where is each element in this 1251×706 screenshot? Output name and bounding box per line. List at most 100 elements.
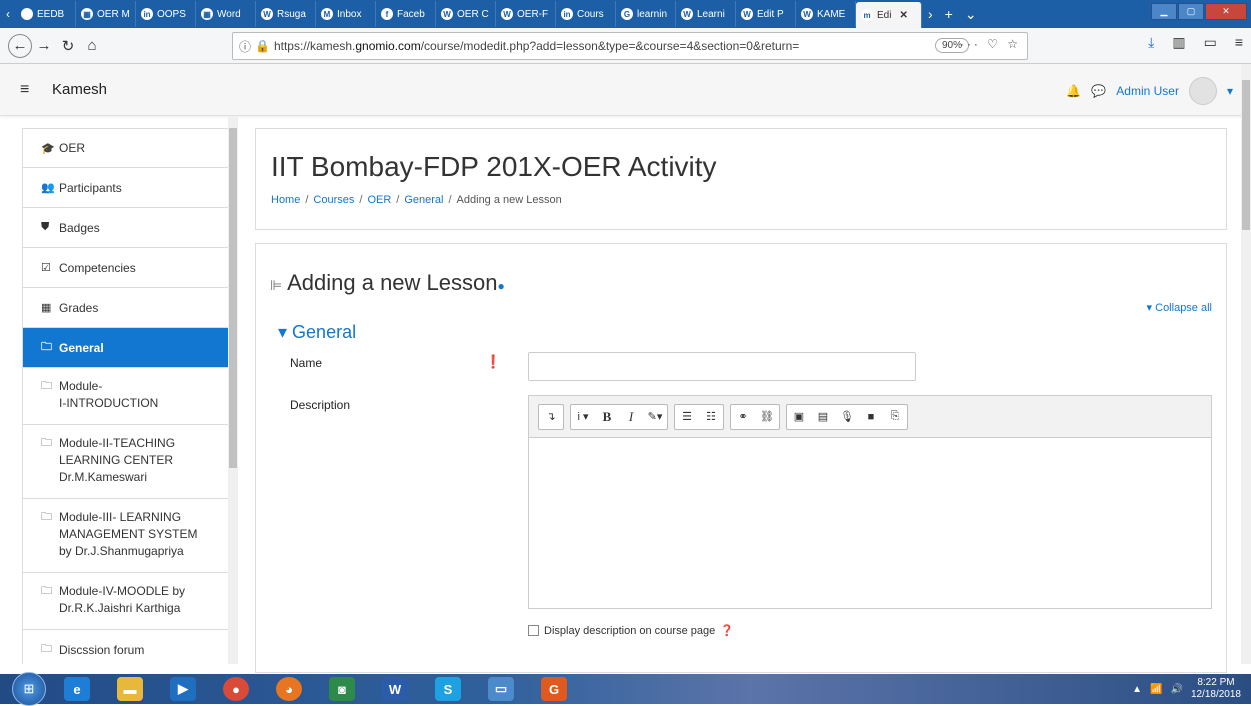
ie-icon[interactable]: e (55, 675, 99, 703)
breadcrumb-item[interactable]: Courses (313, 194, 354, 206)
browser-tab[interactable]: M Inbox (316, 1, 376, 27)
page-actions-icon[interactable]: ··· ♡ ☆ (960, 37, 1021, 51)
clock[interactable]: 8:22 PM 12/18/2018 (1191, 677, 1241, 701)
skype-icon[interactable]: S (426, 675, 470, 703)
section-general-label[interactable]: General (292, 322, 356, 342)
manage-files-icon[interactable]: ⎘ (883, 405, 907, 429)
browser-tab[interactable]: W KAME (796, 1, 856, 27)
browser-tab[interactable]: Glearnin (616, 1, 676, 27)
network-icon[interactable]: 📶 (1150, 684, 1162, 695)
site-name[interactable]: Kamesh (52, 81, 107, 98)
app-icon[interactable]: ◙ (320, 675, 364, 703)
library-icon[interactable]: ▥ (1172, 34, 1185, 51)
download-icon[interactable]: ⤓ (1148, 34, 1154, 51)
name-label: Name (290, 356, 323, 370)
tab-list-chevron-icon[interactable]: ⌄ (959, 6, 983, 23)
sidebar-item[interactable]: 👥 Participants (22, 168, 238, 208)
display-description-checkbox[interactable] (528, 625, 539, 636)
close-window-button[interactable]: ✕ (1205, 3, 1247, 20)
breadcrumb-item[interactable]: OER (367, 194, 391, 206)
menu-icon[interactable]: ≡ (1235, 34, 1243, 51)
avatar[interactable] (1188, 77, 1217, 105)
pdf-icon[interactable]: G (532, 675, 576, 703)
browser-tab[interactable]: W Rsuga (256, 1, 316, 27)
toolbar-toggle-icon[interactable]: ↴ (539, 405, 563, 429)
tray-arrow-icon[interactable]: ▲ (1132, 684, 1142, 695)
sidebar-toggle-icon[interactable]: ▭ (1204, 34, 1217, 51)
firefox-icon[interactable]: ◕ (267, 675, 311, 703)
sidebar-item[interactable]: 🎓 OER (22, 128, 238, 168)
browser-tab[interactable]: in Cours (556, 1, 616, 27)
browser-tab[interactable]: m Edi ✕ (856, 2, 922, 28)
collapse-all-label[interactable]: Collapse all (1155, 302, 1212, 314)
display-description-option[interactable]: Display description on course page ❓ (528, 624, 734, 637)
user-menu[interactable]: 🔔 💬 Admin User ▾ (1066, 77, 1233, 105)
sidebar-item[interactable]: 🗀 General (22, 328, 238, 368)
name-field[interactable] (528, 352, 916, 381)
browser-tab[interactable]: ▦ OER M (76, 1, 136, 27)
sidebar-item[interactable]: 🗀 Module-IV-MOODLE by Dr.R.K.Jaishri Kart… (22, 573, 238, 630)
volume-icon[interactable]: 🔊 (1170, 684, 1182, 695)
video-icon[interactable]: ■ (859, 405, 883, 429)
tab-scroll-left-icon[interactable]: ‹ (0, 7, 16, 21)
drawer-scrollbar[interactable] (228, 116, 238, 664)
unlink-icon[interactable]: ⛓ (755, 405, 779, 429)
tab-scroll-right-icon[interactable]: › (922, 6, 939, 22)
reload-button[interactable]: ↻ (56, 34, 80, 58)
breadcrumb-item[interactable]: Home (271, 194, 300, 206)
sidebar-item[interactable]: ☑ Competencies (22, 248, 238, 288)
media-player-icon[interactable]: ▶ (161, 675, 205, 703)
paragraph-style-icon[interactable]: i ▾ (571, 405, 595, 429)
new-tab-button[interactable]: + (939, 6, 959, 22)
text-color-icon[interactable]: ✎▾ (643, 405, 667, 429)
browser-tab[interactable]: W OER-F (496, 1, 556, 27)
back-button[interactable]: ← (8, 33, 32, 58)
sidebar-item[interactable]: 🗀 Module- I-INTRODUCTION (22, 368, 238, 425)
word-icon[interactable]: W (373, 675, 417, 703)
browser-tab[interactable]: W OER C (436, 1, 496, 27)
numbered-list-icon[interactable]: ☷ (699, 405, 723, 429)
browser-tab[interactable]: W Learni (676, 1, 736, 27)
sidebar-item[interactable]: 🗀 Module-III- LEARNING MANAGEMENT SYSTEM … (22, 499, 238, 573)
bell-icon[interactable]: 🔔 (1066, 84, 1081, 98)
microphone-icon[interactable]: 🎙 (835, 405, 859, 429)
help-icon[interactable]: ❓ (720, 624, 734, 637)
user-name[interactable]: Admin User (1116, 84, 1179, 98)
browser-tab[interactable]: in OOPS (136, 1, 196, 27)
caret-down-icon[interactable]: ▾ (1227, 84, 1233, 98)
home-button[interactable]: ⌂ (80, 34, 104, 58)
italic-icon[interactable]: I (619, 405, 643, 429)
breadcrumb-item[interactable]: General (404, 194, 443, 206)
forward-button[interactable]: → (32, 34, 56, 58)
display-description-label[interactable]: Display description on course page (544, 625, 715, 637)
maximize-button[interactable]: ▢ (1178, 3, 1204, 20)
section-general[interactable]: ▾ General (278, 322, 356, 343)
image-icon[interactable]: ▣ (787, 405, 811, 429)
link-icon[interactable]: ⚭ (731, 405, 755, 429)
address-bar[interactable]: ⓘ 🔒 https://kamesh. gnomio.com/course/mod… (232, 32, 1028, 60)
explorer-icon[interactable]: ▬ (108, 675, 152, 703)
browser-tab[interactable]: W Edit P (736, 1, 796, 27)
pictures-icon[interactable]: ▭ (479, 675, 523, 703)
start-button[interactable]: ⊞ (12, 672, 46, 706)
minimize-button[interactable]: ▁ (1151, 3, 1177, 20)
sidebar-item[interactable]: ▦ Grades (22, 288, 238, 328)
chrome-icon[interactable]: ● (214, 675, 258, 703)
sidebar-item[interactable]: 🗀 Module-II-TEACHING LEARNING CENTER Dr.M… (22, 425, 238, 499)
help-icon[interactable]: ● (497, 279, 504, 293)
bullet-list-icon[interactable]: ☰ (675, 405, 699, 429)
close-tab-icon[interactable]: ✕ (899, 10, 907, 21)
media-icon[interactable]: ▤ (811, 405, 835, 429)
info-icon[interactable]: ⓘ (239, 38, 251, 55)
sidebar-item[interactable]: 🗀 Discssion forum (22, 630, 238, 664)
description-editor[interactable]: ↴ i ▾ B I ✎▾ ☰ ☷ ⚭ ⛓ ▣ ▤ 🎙 ■ ⎘ (528, 395, 1212, 609)
browser-tab[interactable]: EEDB (16, 1, 76, 27)
collapse-all-link[interactable]: ▾ Collapse all (1147, 301, 1212, 314)
browser-tab[interactable]: ▦ Word (196, 1, 256, 27)
browser-tab[interactable]: f Faceb (376, 1, 436, 27)
message-icon[interactable]: 💬 (1091, 84, 1106, 98)
sidebar-item[interactable]: ⛊ Badges (22, 208, 238, 248)
hamburger-menu-icon[interactable]: ≡ (20, 81, 29, 99)
page-scrollbar[interactable] (1241, 64, 1251, 664)
bold-icon[interactable]: B (595, 405, 619, 429)
